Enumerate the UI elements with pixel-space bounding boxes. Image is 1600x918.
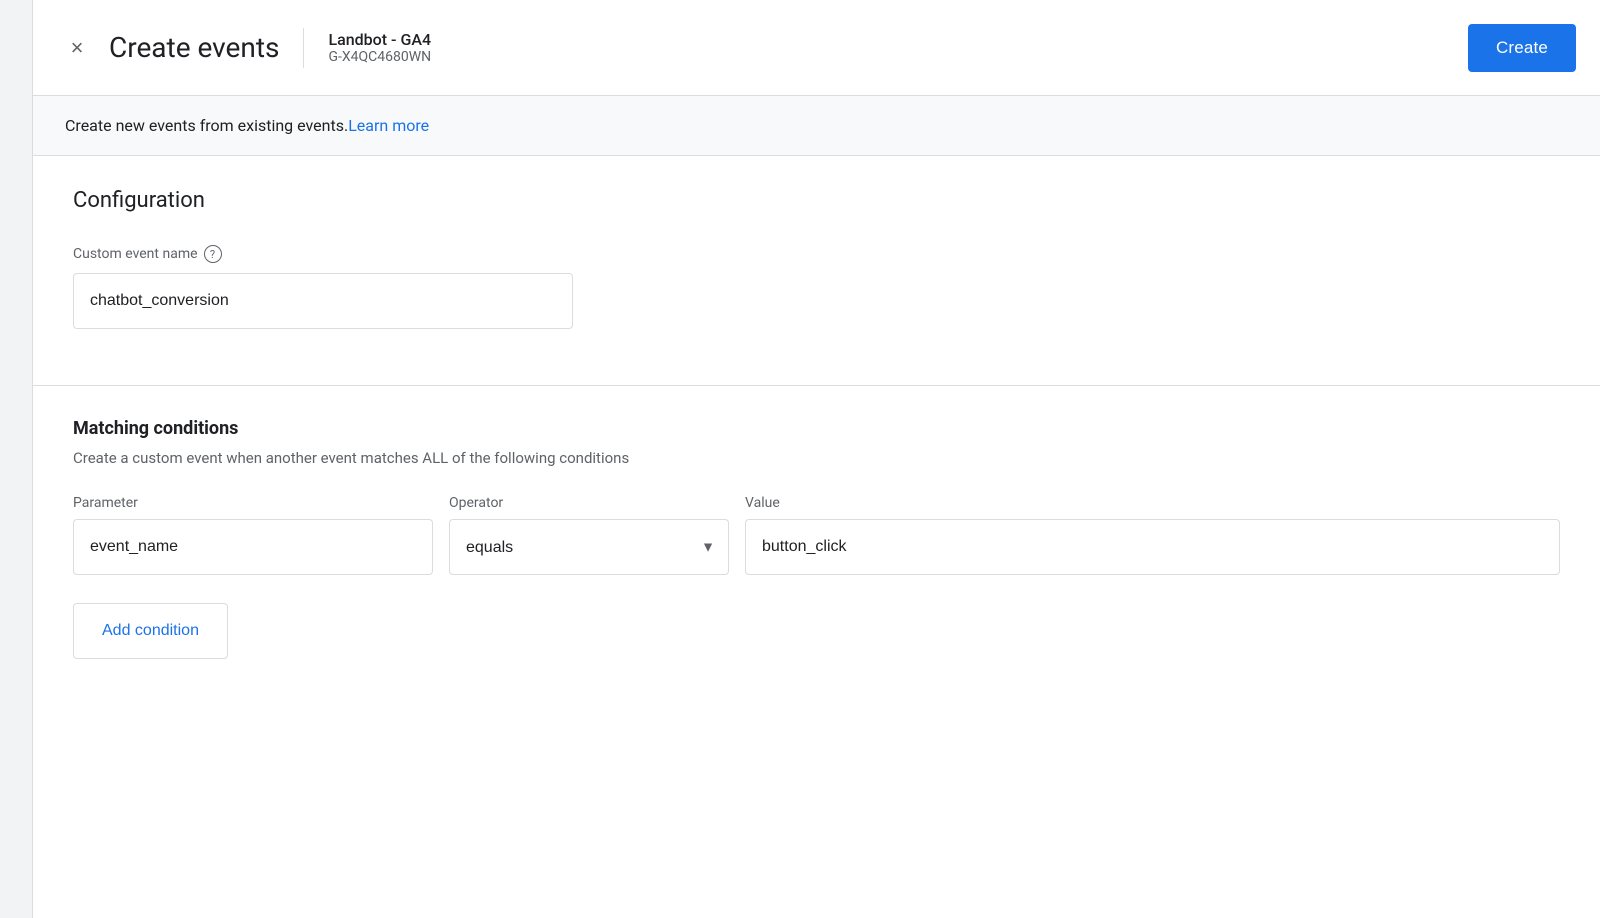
value-input[interactable] [745,519,1560,575]
property-name: Landbot - GA4 [328,30,431,49]
info-text: Create new events from existing events. [65,116,348,135]
content-area: Configuration Custom event name ? Matchi… [33,156,1600,918]
header-property: Landbot - GA4 G-X4QC4680WN [328,30,431,65]
create-button[interactable]: Create [1468,24,1576,72]
help-icon[interactable]: ? [204,245,222,263]
custom-event-name-input[interactable] [73,273,573,329]
sidebar-strip [0,0,32,918]
operator-header: Operator [449,495,729,511]
condition-headers: Parameter Operator Value [73,495,1560,511]
condition-row: equals contains starts with ends with do… [73,519,1560,575]
add-condition-button[interactable]: Add condition [73,603,228,659]
configuration-title: Configuration [73,188,1560,213]
operator-select-wrapper: equals contains starts with ends with do… [449,519,729,575]
operator-select[interactable]: equals contains starts with ends with do… [449,519,729,575]
property-id: G-X4QC4680WN [328,49,431,65]
value-header: Value [745,495,1560,511]
matching-conditions-description: Create a custom event when another event… [73,449,1560,467]
custom-event-name-label: Custom event name ? [73,245,1560,263]
page-title: Create events [109,31,279,64]
main-panel: × Create events Landbot - GA4 G-X4QC4680… [32,0,1600,918]
page-wrapper: × Create events Landbot - GA4 G-X4QC4680… [0,0,1600,918]
matching-conditions-section: Matching conditions Create a custom even… [33,386,1600,691]
learn-more-link[interactable]: Learn more [348,116,429,135]
close-button[interactable]: × [57,28,97,68]
header-divider [303,28,304,68]
parameter-input[interactable] [73,519,433,575]
info-bar: Create new events from existing events. … [33,96,1600,156]
header: × Create events Landbot - GA4 G-X4QC4680… [33,0,1600,96]
configuration-section: Configuration Custom event name ? [33,156,1600,386]
matching-conditions-title: Matching conditions [73,418,1560,439]
custom-event-name-field: Custom event name ? [73,245,1560,329]
parameter-header: Parameter [73,495,433,511]
